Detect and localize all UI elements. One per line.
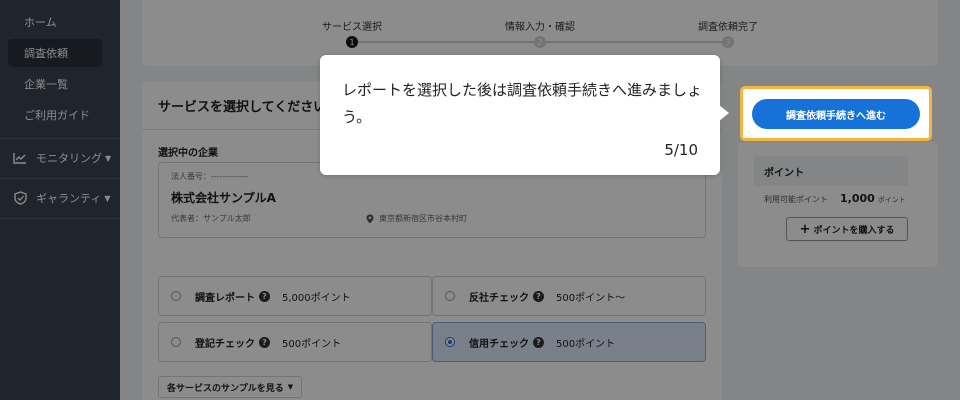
tooltip-step-counter: 5/10 [664,141,698,159]
tooltip-text: レポートを選択した後は調査依頼手続きへ進みましょう。 [342,81,703,126]
tour-tooltip: レポートを選択した後は調査依頼手続きへ進みましょう。 5/10 [320,55,729,175]
proceed-to-request-button[interactable]: 調査依頼手続きへ進む [752,99,920,129]
highlight-frame: 調査依頼手続きへ進む [740,86,932,141]
